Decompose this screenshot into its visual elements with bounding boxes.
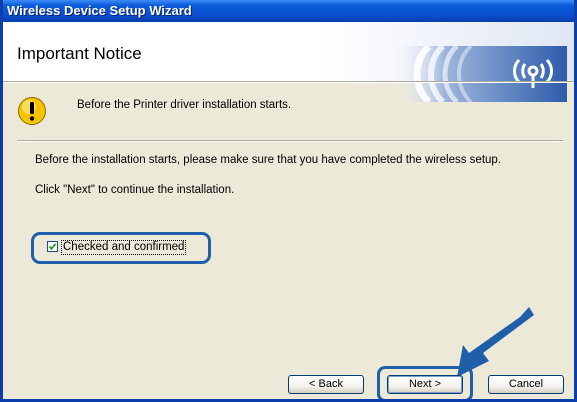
- window-title: Wireless Device Setup Wizard: [7, 3, 192, 18]
- instruction-text: Before the installation starts, please m…: [35, 154, 502, 166]
- title-bar[interactable]: Wireless Device Setup Wizard: [3, 0, 574, 22]
- wireless-signal-icon: [391, 46, 567, 102]
- cancel-button[interactable]: Cancel: [488, 375, 564, 394]
- back-button[interactable]: < Back: [288, 375, 364, 394]
- next-button[interactable]: Next >: [387, 375, 463, 394]
- wizard-window: Wireless Device Setup Wizard Important N…: [0, 0, 577, 402]
- checked-and-confirmed-checkbox[interactable]: [47, 241, 58, 252]
- warning-icon: [18, 97, 46, 125]
- header-divider: [3, 81, 574, 83]
- checkmark-icon: [48, 243, 57, 251]
- notice-text: Before the Printer driver installation s…: [77, 99, 292, 111]
- notice-divider: [17, 140, 563, 142]
- wizard-header: Important Notice: [3, 22, 574, 102]
- page-title: Important Notice: [17, 44, 142, 63]
- continue-hint-text: Click "Next" to continue the installatio…: [35, 184, 235, 196]
- checkbox-label[interactable]: Checked and confirmed: [61, 240, 187, 255]
